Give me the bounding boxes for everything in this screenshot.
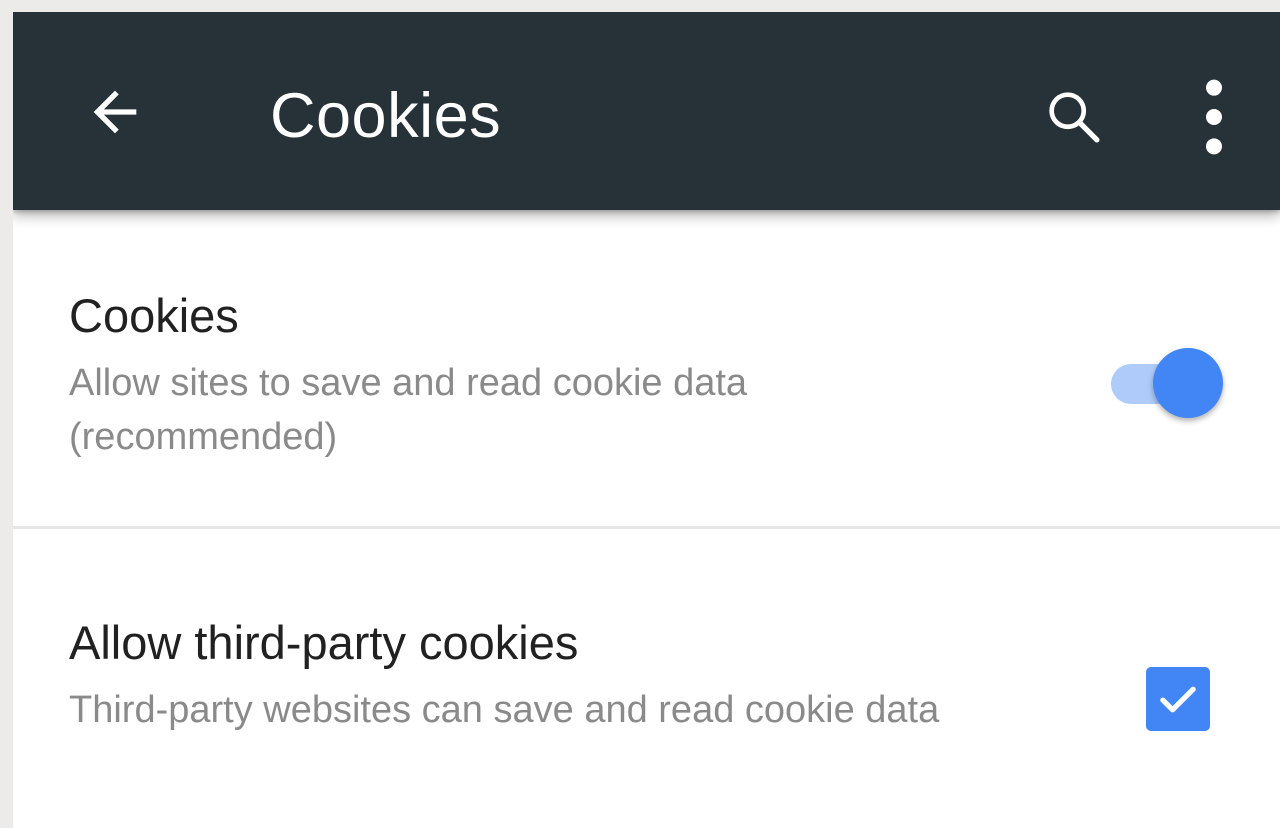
back-button[interactable] xyxy=(75,72,155,152)
search-button[interactable] xyxy=(1033,76,1117,160)
more-vert-icon xyxy=(1206,79,1222,155)
search-icon xyxy=(1049,92,1100,143)
switch-thumb xyxy=(1153,348,1223,418)
third-party-cookies-title: Allow third-party cookies xyxy=(69,616,579,669)
more-options-button[interactable] xyxy=(1179,72,1249,162)
cookies-setting-title: Cookies xyxy=(69,289,239,342)
cookies-toggle-switch[interactable] xyxy=(1107,348,1227,420)
cookies-setting-summary: Allow sites to save and read cookie data… xyxy=(69,362,748,458)
app-toolbar: Cookies xyxy=(13,12,1280,210)
cookies-settings-screen: Cookies Cookies Allow sites to save and … xyxy=(13,12,1280,828)
arrow-left-icon xyxy=(93,90,137,134)
check-icon xyxy=(1160,686,1196,713)
third-party-cookies-summary: Third-party websites can save and read c… xyxy=(69,689,940,731)
third-party-cookies-row[interactable]: Allow third-party cookies Third-party we… xyxy=(13,529,1280,828)
page-title: Cookies xyxy=(270,81,502,151)
cookies-setting-row[interactable]: Cookies Allow sites to save and read coo… xyxy=(13,210,1280,529)
third-party-cookies-checkbox[interactable] xyxy=(1146,667,1210,731)
